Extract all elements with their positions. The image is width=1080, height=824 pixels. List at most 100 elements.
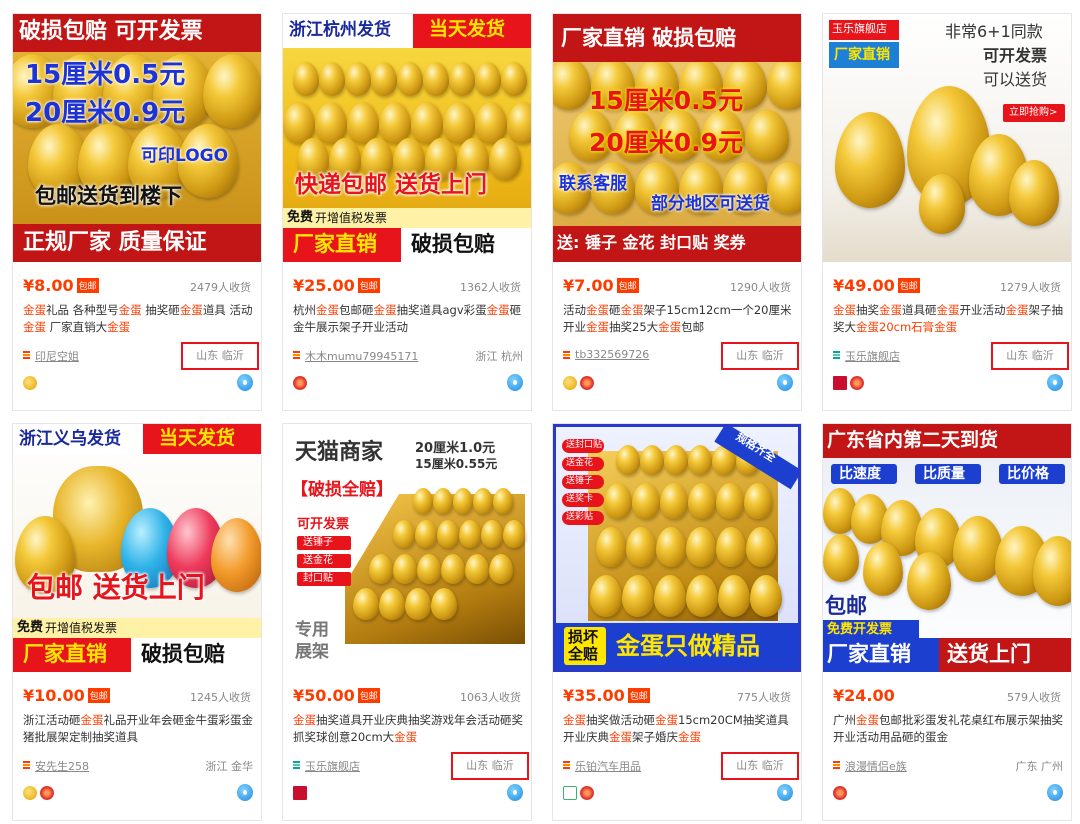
product-title[interactable]: 广州金蛋包邮批彩蛋发礼花桌红布展示架抽奖开业活动用品砸的蛋金: [833, 712, 1063, 748]
price: ¥49.00 包邮: [833, 276, 920, 295]
product-image[interactable]: 浙江杭州发货 当天发货 快递包邮 送货上门 免费 开增值税发票 厂家直销 破损包…: [283, 14, 531, 262]
banner-invoice-text: 可开发票: [297, 517, 350, 532]
sales-count: 1290人收货: [730, 281, 791, 294]
banner-delivery-text: 可以送货: [983, 70, 1048, 89]
shop-name-link[interactable]: 玉乐旗舰店: [305, 758, 360, 774]
product-image[interactable]: 浙江义乌发货 当天发货 包邮 送货上门 免费 开增值税发票 厂家直销 破损包赔: [13, 424, 261, 672]
gift-seal-text: 封口贴: [303, 573, 333, 584]
location: 山东 临沂: [451, 752, 529, 780]
product-image[interactable]: 玉乐旗舰店 厂家直销 非常6+1同款 可开发票 可以送货 立即抢购>: [823, 14, 1071, 262]
banner-price-line-1: 15厘米0.5元: [25, 60, 186, 90]
shop-name-link[interactable]: tb332569726: [575, 348, 649, 361]
price-row: ¥35.00 包邮 775人收货: [563, 686, 791, 708]
shop-row: 乐铂汽车用品 山东 临沂: [563, 752, 799, 780]
shop-name-link[interactable]: 安先生258: [35, 758, 89, 774]
badge-row: [833, 376, 867, 392]
location: 山东 临沂: [721, 342, 799, 370]
banner-door-delivery-text: 送货上门: [947, 642, 1031, 666]
product-image[interactable]: 规格齐全 送封口贴 送金花 送锤子 送奖卡 送彩贴 损坏 全赔 金蛋只做精品: [553, 424, 801, 672]
gift-card-text: 送奖卡: [566, 494, 594, 504]
free-shipping-badge: 包邮: [76, 278, 99, 293]
flower-badge-icon[interactable]: [833, 786, 847, 800]
shop-name-link[interactable]: 印尼空姐: [35, 348, 79, 364]
banner-top-text: 广东省内第二天到货: [827, 429, 999, 451]
badge-row: [23, 786, 57, 802]
product-title[interactable]: 杭州金蛋包邮砸金蛋抽奖道具agv彩蛋金蛋砸金牛展示架子开业活动: [293, 302, 523, 338]
wangwang-chat-icon[interactable]: [777, 784, 793, 801]
badge-row: [293, 376, 310, 392]
product-card[interactable]: 破损包赔 可开发票 15厘米0.5元 20厘米0.9元 可印LOGO 包邮送货到…: [12, 13, 262, 411]
product-card[interactable]: 广东省内第二天到货 比速度 比质量 比价格 包邮 免费开发票 厂家直销 送货上门…: [822, 423, 1072, 821]
price-row: ¥25.00 包邮 1362人收货: [293, 276, 521, 298]
shop-name-link[interactable]: 浪漫情侣e族: [845, 758, 907, 774]
price: ¥25.00 包邮: [293, 276, 380, 295]
gold-medal-icon[interactable]: [23, 786, 37, 800]
shop-row: 安先生258 浙江 金华: [23, 758, 253, 774]
gift-sticker-text: 送彩贴: [566, 512, 594, 522]
banner-delivery-text: 包邮送货到楼下: [35, 184, 182, 208]
gold-medal-icon[interactable]: [23, 376, 37, 390]
shop-name-link[interactable]: 木木mumu79945171: [305, 348, 418, 364]
price: ¥7.00 包邮: [563, 276, 639, 295]
shop-name-link[interactable]: 乐铂汽车用品: [575, 758, 641, 774]
flower-badge-icon[interactable]: [850, 376, 864, 390]
banner-price-line-2: 20厘米0.9元: [25, 98, 186, 128]
tmall-badge-icon[interactable]: [293, 786, 307, 800]
banner-price-line-1: 15厘米0.5元: [589, 86, 744, 115]
wangwang-chat-icon[interactable]: [507, 784, 523, 801]
wangwang-chat-icon[interactable]: [507, 374, 523, 391]
product-card[interactable]: 浙江杭州发货 当天发货 快递包邮 送货上门 免费 开增值税发票 厂家直销 破损包…: [282, 13, 532, 411]
wangwang-chat-icon[interactable]: [1047, 784, 1063, 801]
shop-stripe-icon: [833, 351, 840, 360]
service-badge-icon[interactable]: [563, 786, 577, 800]
banner-top-text: 厂家直销 破损包赔: [561, 26, 737, 50]
product-title[interactable]: 浙江活动砸金蛋礼品开业年会砸金牛蛋彩蛋金猪批展架定制抽奖道具: [23, 712, 253, 748]
product-card[interactable]: 厂家直销 破损包赔 15厘米0.5元 20厘米0.9元 联系客服 部分地区可送货…: [552, 13, 802, 411]
shop-stripe-icon: [293, 351, 300, 360]
free-shipping-badge: 包邮: [87, 688, 110, 703]
product-title[interactable]: 金蛋礼品 各种型号金蛋 抽奖砸金蛋道具 活动金蛋 厂家直销大金蛋: [23, 302, 253, 338]
product-card[interactable]: 规格齐全 送封口贴 送金花 送锤子 送奖卡 送彩贴 损坏 全赔 金蛋只做精品 ¥…: [552, 423, 802, 821]
shop-stripe-icon: [23, 351, 30, 360]
free-shipping-badge: 包邮: [357, 278, 380, 293]
price-row: ¥49.00 包邮 1279人收货: [833, 276, 1061, 298]
wangwang-chat-icon[interactable]: [237, 374, 253, 391]
free-shipping-badge: 包邮: [897, 278, 920, 293]
product-title[interactable]: 金蛋抽奖金蛋道具砸金蛋开业活动金蛋架子抽奖大金蛋20cm石膏金蛋: [833, 302, 1063, 338]
price: ¥50.00 包邮: [293, 686, 380, 705]
product-card[interactable]: 天猫商家 20厘米1.0元 15厘米0.55元 【破损全赔】 可开发票 送锤子 …: [282, 423, 532, 821]
wangwang-chat-icon[interactable]: [1047, 374, 1063, 391]
banner-contact-text: 联系客服: [559, 174, 627, 194]
banner-full-compensation-text: 全赔: [568, 645, 599, 663]
product-image[interactable]: 破损包赔 可开发票 15厘米0.5元 20厘米0.9元 可印LOGO 包邮送货到…: [13, 14, 261, 262]
flower-badge-icon[interactable]: [580, 786, 594, 800]
banner-guarantee-text: 破损包赔: [411, 232, 495, 256]
shop-name-link[interactable]: 玉乐旗舰店: [845, 348, 900, 364]
flower-badge-icon[interactable]: [40, 786, 54, 800]
banner-direct-text: 厂家直销: [827, 642, 911, 666]
tmall-badge-icon[interactable]: [833, 376, 847, 390]
sales-count: 1279人收货: [1000, 281, 1061, 294]
flower-badge-icon[interactable]: [293, 376, 307, 390]
product-title[interactable]: 活动金蛋砸金蛋架子15cm12cm一个20厘米开业金蛋抽奖25大金蛋包邮: [563, 302, 793, 338]
banner-origin-text: 浙江杭州发货: [289, 20, 391, 40]
gift-seal-text: 送封口贴: [566, 440, 603, 450]
gold-medal-icon[interactable]: [563, 376, 577, 390]
banner-free-text: 免费: [17, 620, 44, 635]
flower-badge-icon[interactable]: [580, 376, 594, 390]
shop-stripe-icon: [23, 761, 30, 770]
buy-now-button[interactable]: 立即抢购>: [1009, 108, 1057, 118]
free-shipping-badge: 包邮: [616, 278, 639, 293]
product-image[interactable]: 厂家直销 破损包赔 15厘米0.5元 20厘米0.9元 联系客服 部分地区可送货…: [553, 14, 801, 262]
product-title[interactable]: 金蛋抽奖做活动砸金蛋15cm20CM抽奖道具开业庆典金蛋架子婚庆金蛋: [563, 712, 793, 748]
product-image[interactable]: 天猫商家 20厘米1.0元 15厘米0.55元 【破损全赔】 可开发票 送锤子 …: [283, 424, 531, 672]
wangwang-chat-icon[interactable]: [777, 374, 793, 391]
wangwang-chat-icon[interactable]: [237, 784, 253, 801]
product-image[interactable]: 广东省内第二天到货 比速度 比质量 比价格 包邮 免费开发票 厂家直销 送货上门: [823, 424, 1071, 672]
price-row: ¥24.00 579人收货: [833, 686, 1061, 708]
product-title[interactable]: 金蛋抽奖道具开业庆典抽奖游戏年会活动砸奖抓奖球创意20cm大金蛋: [293, 712, 523, 748]
product-card[interactable]: 浙江义乌发货 当天发货 包邮 送货上门 免费 开增值税发票 厂家直销 破损包赔 …: [12, 423, 262, 821]
price-row: ¥10.00 包邮 1245人收货: [23, 686, 251, 708]
banner-invoice-text: 可开发票: [983, 46, 1048, 65]
product-card[interactable]: 玉乐旗舰店 厂家直销 非常6+1同款 可开发票 可以送货 立即抢购> ¥49.0…: [822, 13, 1072, 411]
